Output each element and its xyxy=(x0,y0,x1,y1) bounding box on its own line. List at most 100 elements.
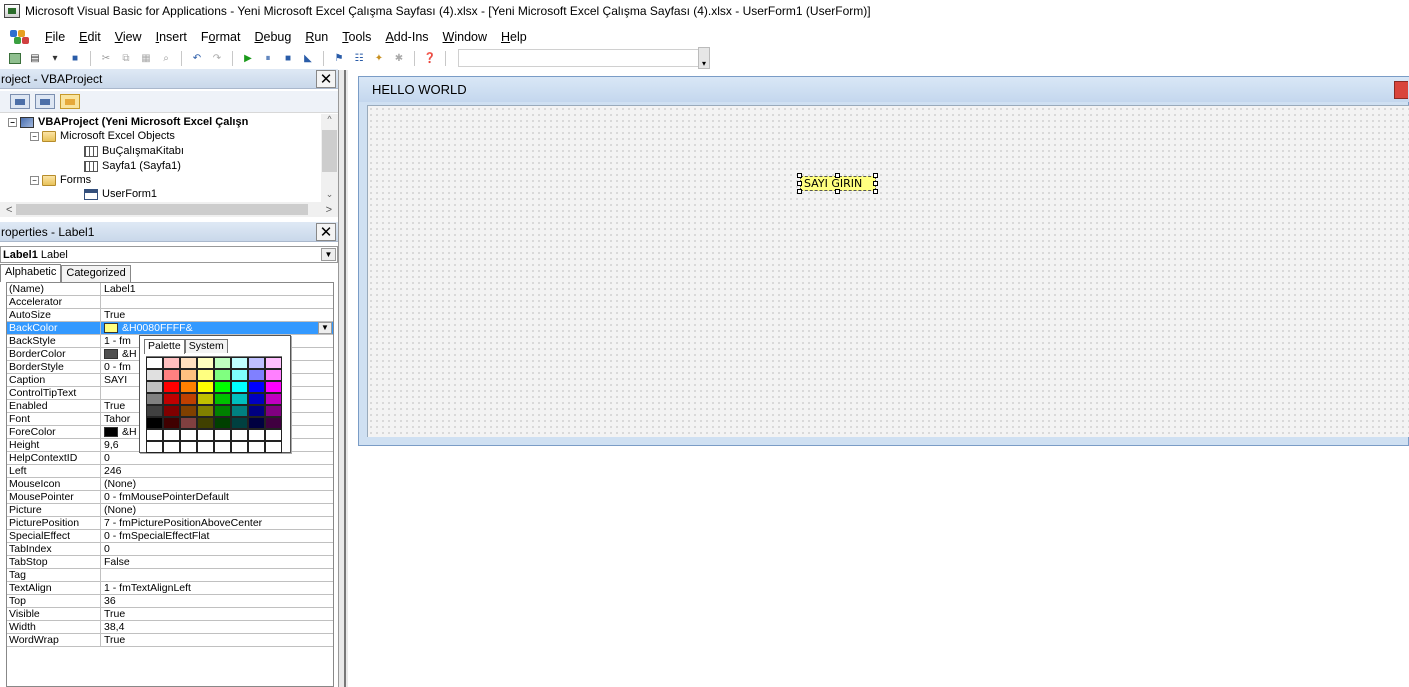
palette-color-cell[interactable] xyxy=(180,393,197,405)
menu-item-help[interactable]: Help xyxy=(494,30,534,44)
palette-color-cell[interactable] xyxy=(214,393,231,405)
palette-color-cell[interactable] xyxy=(146,441,163,453)
palette-color-cell[interactable] xyxy=(163,381,180,393)
menu-item-format[interactable]: Format xyxy=(194,30,248,44)
palette-color-cell[interactable] xyxy=(214,381,231,393)
resize-handle[interactable] xyxy=(797,189,802,194)
view-object-icon[interactable] xyxy=(35,94,55,109)
palette-color-cell[interactable] xyxy=(214,429,231,441)
property-row-name[interactable]: (Name) Label1 xyxy=(7,283,333,296)
resize-handle[interactable] xyxy=(797,181,802,186)
palette-color-cell[interactable] xyxy=(197,381,214,393)
menu-item-insert[interactable]: Insert xyxy=(149,30,194,44)
palette-color-cell[interactable] xyxy=(265,429,282,441)
palette-color-cell[interactable] xyxy=(214,357,231,369)
property-value[interactable]: &H0080FFFF& xyxy=(101,322,333,335)
design-mode-icon[interactable]: ◣ xyxy=(299,50,317,67)
palette-color-cell[interactable] xyxy=(248,441,265,453)
property-row-tabstop[interactable]: TabStop False xyxy=(7,556,333,569)
palette-color-cell[interactable] xyxy=(197,441,214,453)
palette-color-cell[interactable] xyxy=(180,441,197,453)
userform-canvas[interactable]: SAYI GIRIN xyxy=(367,105,1409,437)
reset-icon[interactable]: ■ xyxy=(279,50,297,67)
property-row-tabindex[interactable]: TabIndex 0 xyxy=(7,543,333,556)
tab-alphabetic[interactable]: Alphabetic xyxy=(0,264,62,282)
tab-palette[interactable]: Palette xyxy=(144,339,185,354)
menu-item-addins[interactable]: Add-Ins xyxy=(378,30,435,44)
property-value[interactable]: 38,4 xyxy=(101,621,333,634)
property-row-top[interactable]: Top 36 xyxy=(7,595,333,608)
palette-color-cell[interactable] xyxy=(180,429,197,441)
palette-color-cell[interactable] xyxy=(214,441,231,453)
break-icon[interactable]: ⏸ xyxy=(259,50,277,67)
userform-close-icon[interactable] xyxy=(1394,81,1408,99)
palette-color-cell[interactable] xyxy=(231,441,248,453)
property-row-visible[interactable]: Visible True xyxy=(7,608,333,621)
resize-handle[interactable] xyxy=(873,173,878,178)
resize-handle[interactable] xyxy=(797,173,802,178)
property-row-width[interactable]: Width 38,4 xyxy=(7,621,333,634)
project-explorer-icon[interactable]: ⚑ xyxy=(330,50,348,67)
palette-color-cell[interactable] xyxy=(265,357,282,369)
collapse-icon[interactable]: − xyxy=(30,131,39,141)
palette-color-cell[interactable] xyxy=(248,417,265,429)
palette-color-cell[interactable] xyxy=(163,357,180,369)
properties-window-icon[interactable]: ☷ xyxy=(350,50,368,67)
tree-node-sheet1[interactable]: Sayfa1 (Sayfa1) xyxy=(84,159,181,173)
palette-color-cell[interactable] xyxy=(163,429,180,441)
property-value[interactable]: False xyxy=(101,556,333,569)
pane-splitter[interactable] xyxy=(338,70,348,687)
property-row-tag[interactable]: Tag xyxy=(7,569,333,582)
property-row-wordwrap[interactable]: WordWrap True xyxy=(7,634,333,647)
menu-item-run[interactable]: Run xyxy=(298,30,335,44)
property-value[interactable]: 7 - fmPicturePositionAboveCenter xyxy=(101,517,333,530)
help-icon[interactable]: ❓ xyxy=(421,50,439,67)
property-value[interactable]: (None) xyxy=(101,504,333,517)
property-row-autosize[interactable]: AutoSize True xyxy=(7,309,333,322)
project-tree-horizontal-scrollbar[interactable]: < > xyxy=(0,202,338,217)
property-row-backcolor[interactable]: BackColor &H0080FFFF& ▼ xyxy=(7,322,333,335)
property-value[interactable] xyxy=(101,296,333,309)
property-row-helpcontextid[interactable]: HelpContextID 0 xyxy=(7,452,333,465)
palette-color-cell[interactable] xyxy=(163,405,180,417)
palette-color-cell[interactable] xyxy=(248,405,265,417)
property-row-pictureposition[interactable]: PicturePosition 7 - fmPicturePositionAbov… xyxy=(7,517,333,530)
property-row-specialeffect[interactable]: SpecialEffect 0 - fmSpecialEffectFlat xyxy=(7,530,333,543)
property-value[interactable]: 246 xyxy=(101,465,333,478)
palette-color-cell[interactable] xyxy=(248,429,265,441)
tree-node-excel-objects[interactable]: − Microsoft Excel Objects xyxy=(30,129,175,143)
palette-color-cell[interactable] xyxy=(163,417,180,429)
palette-color-cell[interactable] xyxy=(180,405,197,417)
palette-color-cell[interactable] xyxy=(197,357,214,369)
palette-color-cell[interactable] xyxy=(163,441,180,453)
palette-color-cell[interactable] xyxy=(231,369,248,381)
property-row-picture[interactable]: Picture (None) xyxy=(7,504,333,517)
resize-handle[interactable] xyxy=(873,189,878,194)
menu-item-view[interactable]: View xyxy=(108,30,149,44)
palette-color-cell[interactable] xyxy=(248,393,265,405)
palette-color-cell[interactable] xyxy=(197,429,214,441)
palette-color-cell[interactable] xyxy=(231,405,248,417)
palette-color-cell[interactable] xyxy=(248,369,265,381)
property-value[interactable]: True xyxy=(101,608,333,621)
palette-color-cell[interactable] xyxy=(146,369,163,381)
palette-color-cell[interactable] xyxy=(265,441,282,453)
property-value[interactable]: Label1 xyxy=(101,283,333,296)
menu-item-debug[interactable]: Debug xyxy=(247,30,298,44)
property-value[interactable]: 36 xyxy=(101,595,333,608)
palette-color-cell[interactable] xyxy=(231,417,248,429)
resize-handle[interactable] xyxy=(873,181,878,186)
property-value[interactable]: 1 - fmTextAlignLeft xyxy=(101,582,333,595)
project-tree-vertical-scrollbar[interactable]: ^ ⌄ xyxy=(321,114,338,202)
insert-userform-icon[interactable]: ▤ xyxy=(26,50,44,67)
palette-color-cell[interactable] xyxy=(265,417,282,429)
property-value[interactable] xyxy=(101,569,333,582)
palette-color-cell[interactable] xyxy=(146,381,163,393)
palette-color-cell[interactable] xyxy=(265,405,282,417)
property-row-mouseicon[interactable]: MouseIcon (None) xyxy=(7,478,333,491)
menu-item-window[interactable]: Window xyxy=(436,30,494,44)
save-icon[interactable]: ■ xyxy=(66,50,84,67)
palette-color-cell[interactable] xyxy=(265,381,282,393)
property-row-mousepointer[interactable]: MousePointer 0 - fmMousePointerDefault xyxy=(7,491,333,504)
palette-color-cell[interactable] xyxy=(146,405,163,417)
